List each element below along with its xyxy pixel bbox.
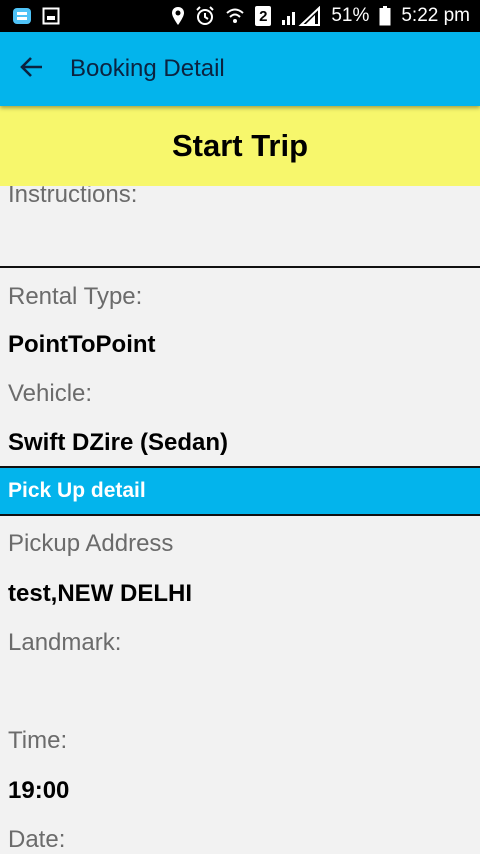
vehicle-label: Vehicle:	[8, 380, 93, 407]
time-value: 19:00	[8, 777, 70, 804]
rental-type-label: Rental Type:	[8, 283, 143, 310]
pickup-address-label: Pickup Address	[8, 530, 174, 557]
app-bar: Booking Detail	[0, 32, 480, 106]
sim-icon: 2	[255, 6, 272, 26]
back-button[interactable]	[0, 32, 64, 106]
arrow-left-icon	[20, 56, 44, 83]
status-right: 2 51% 5:22 pm	[171, 5, 470, 27]
pickup-address-value: test,NEW DELHI	[8, 580, 193, 607]
start-trip-button[interactable]: Start Trip	[0, 106, 480, 186]
pickup-section-header: Pick Up detail	[0, 468, 480, 514]
page-title: Booking Detail	[70, 55, 225, 82]
signal-icon	[281, 6, 321, 26]
image-notification-icon	[42, 7, 60, 25]
status-left	[12, 7, 60, 25]
status-bar: 2 51% 5:22 pm	[0, 0, 480, 32]
battery-percent: 51%	[331, 5, 370, 26]
battery-icon	[379, 6, 391, 26]
alarm-icon	[195, 6, 215, 26]
instructions-label: Instructions:	[8, 186, 138, 208]
divider	[0, 266, 480, 268]
location-icon	[171, 6, 185, 26]
time-label: Time:	[8, 727, 68, 754]
divider	[0, 514, 480, 516]
date-label: Date:	[8, 826, 66, 853]
clock: 5:22 pm	[401, 5, 470, 26]
app-notification-icon	[12, 7, 32, 25]
vehicle-value: Swift DZire (Sedan)	[8, 429, 229, 456]
landmark-label: Landmark:	[8, 629, 122, 656]
booking-detail-content[interactable]: Instructions: Rental Type: PointToPoint …	[0, 186, 480, 854]
wifi-icon	[225, 7, 245, 25]
rental-type-value: PointToPoint	[8, 331, 156, 358]
